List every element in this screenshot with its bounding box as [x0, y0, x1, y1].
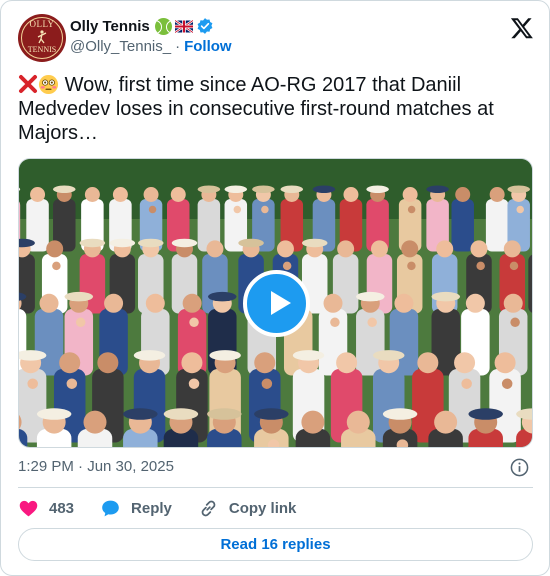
copy-link-button[interactable]: Copy link [198, 498, 297, 519]
avatar-text-top: OLLY [29, 19, 55, 29]
reply-bubble-icon [102, 500, 119, 516]
tennis-player-icon [37, 30, 47, 44]
like-button[interactable]: 483 [18, 498, 74, 519]
heart-icon [19, 500, 38, 516]
action-bar: 483 Reply Copy link [18, 497, 322, 519]
tennis-ball-icon [154, 17, 172, 35]
read-replies-button[interactable]: Read 16 replies [18, 528, 533, 561]
divider [18, 487, 533, 488]
avatar-text-bottom: TENNIS [27, 45, 57, 54]
flushed-face-icon [38, 74, 59, 95]
uk-flag-icon [174, 19, 193, 33]
reply-button[interactable]: Reply [100, 498, 172, 519]
like-count: 483 [49, 499, 75, 517]
author-handle[interactable]: @Olly_Tennis_ [70, 38, 171, 55]
author-name[interactable]: Olly Tennis [70, 18, 150, 35]
avatar[interactable]: OLLY TENNIS [18, 14, 66, 62]
play-icon[interactable] [243, 270, 310, 337]
tweet-timestamp[interactable]: 1:29 PM · Jun 30, 2025 [18, 458, 174, 475]
reply-label: Reply [131, 499, 172, 517]
tweet-header: OLLY TENNIS Olly Tennis @Olly_Tennis_ · … [18, 14, 534, 62]
copy-link-label: Copy link [228, 499, 297, 517]
author-name-row: Olly Tennis [70, 16, 214, 36]
x-logo-icon[interactable] [510, 16, 534, 40]
video-thumbnail[interactable] [18, 158, 533, 448]
author-handle-row: @Olly_Tennis_ · Follow [70, 38, 232, 55]
link-icon [201, 500, 216, 516]
verified-badge-icon [197, 18, 213, 34]
tweet-body: Wow, first time since AO-RG 2017 that Da… [18, 74, 494, 144]
tweet-card: OLLY TENNIS Olly Tennis @Olly_Tennis_ · … [0, 0, 550, 576]
cross-mark-icon [19, 75, 37, 93]
tweet-text: Wow, first time since AO-RG 2017 that Da… [18, 73, 533, 145]
info-icon[interactable] [510, 458, 529, 477]
separator-dot: · [175, 38, 181, 55]
follow-link[interactable]: Follow [184, 38, 232, 55]
